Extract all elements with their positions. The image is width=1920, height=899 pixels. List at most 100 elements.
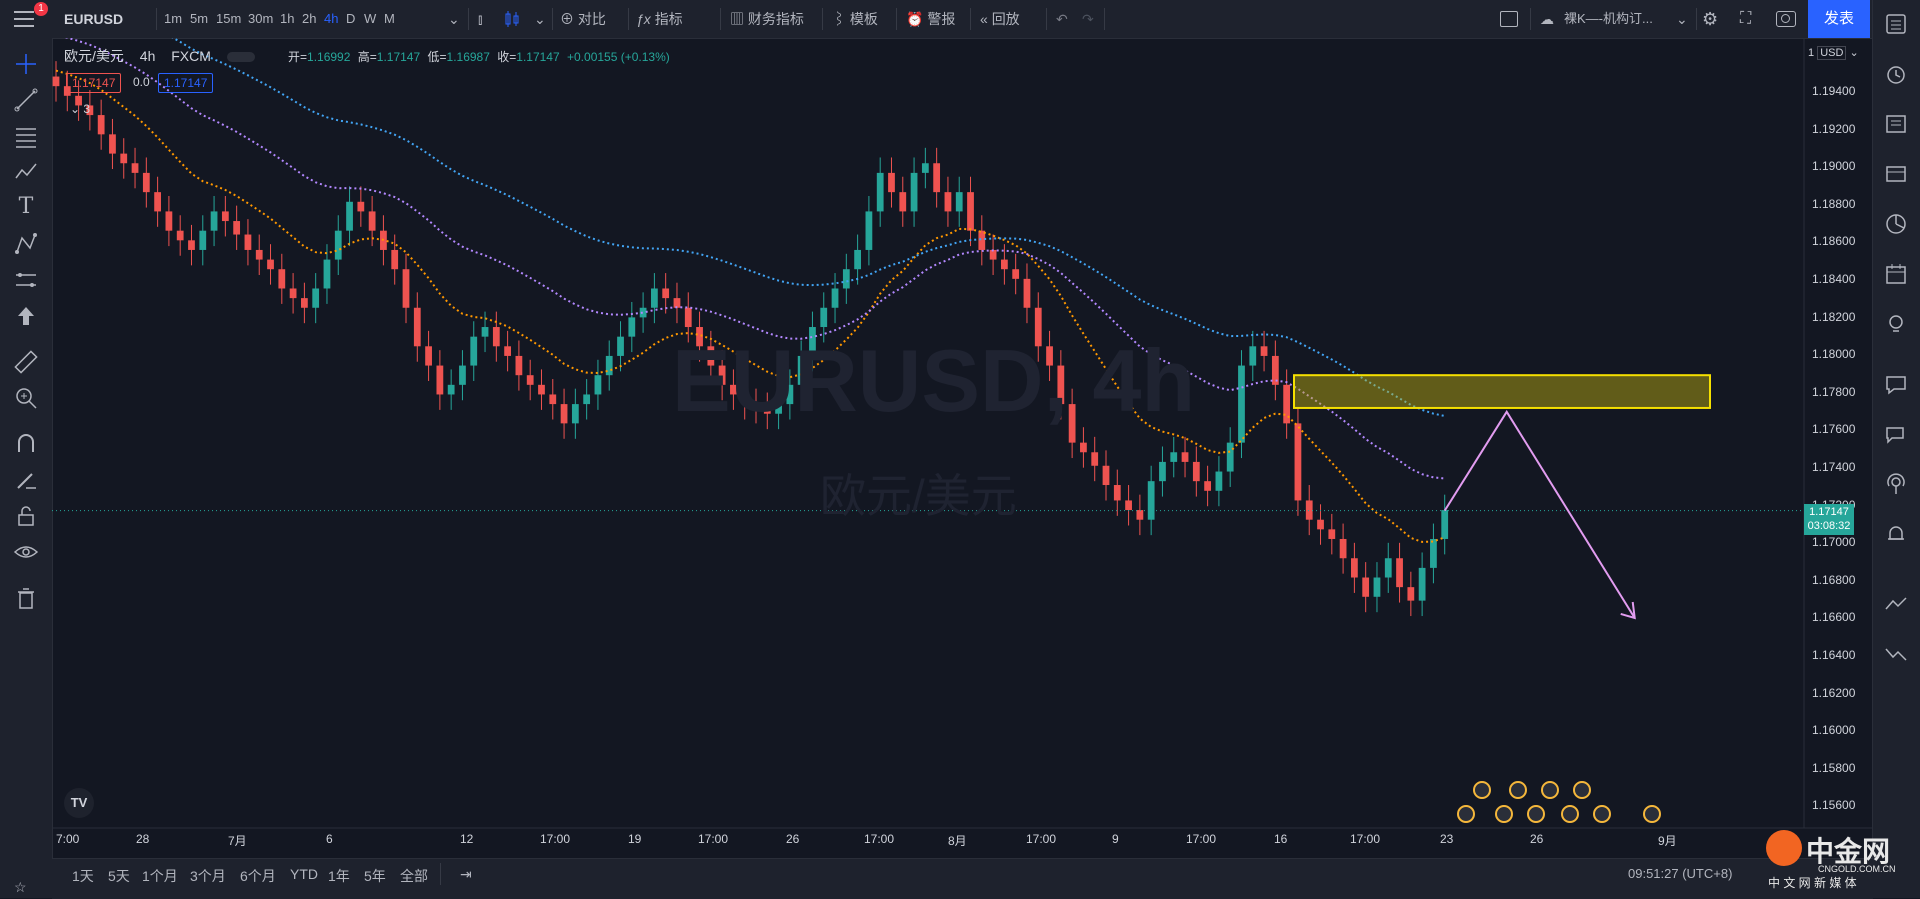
pattern-icon[interactable]: [12, 158, 40, 186]
magnet-icon[interactable]: [12, 430, 40, 458]
crosshair-icon[interactable]: [12, 50, 40, 78]
chat-bubble-icon[interactable]: [1882, 420, 1910, 448]
chat-icon[interactable]: [1882, 370, 1910, 398]
chart-canvas[interactable]: [52, 38, 1873, 858]
alert-button[interactable]: ⏰ 警报: [906, 0, 955, 38]
news-icon[interactable]: [1882, 110, 1910, 138]
watchlist-icon[interactable]: [1882, 10, 1910, 38]
interval-w[interactable]: W: [364, 0, 376, 38]
replay-button[interactable]: « 回放: [980, 0, 1020, 38]
interval-1h[interactable]: 1h: [280, 0, 294, 38]
ruler-icon[interactable]: [12, 348, 40, 376]
candle-body: [470, 336, 478, 366]
chevron-down-icon[interactable]: ⌄: [448, 0, 460, 38]
currency-selector[interactable]: 1 USD ⌄: [1808, 46, 1859, 60]
spread-value: 0.0: [133, 75, 150, 89]
lock-icon[interactable]: [12, 502, 40, 530]
range-button[interactable]: 1个月: [142, 866, 178, 886]
date-range-icon[interactable]: ⇥: [460, 866, 472, 883]
forecast-icon[interactable]: [12, 266, 40, 294]
interval-30m[interactable]: 30m: [248, 0, 273, 38]
redo-icon[interactable]: ↷: [1082, 0, 1094, 38]
range-button[interactable]: 3个月: [190, 866, 226, 886]
fib-lines-icon[interactable]: [12, 122, 40, 150]
economic-event-icon[interactable]: [1527, 805, 1545, 823]
candles-icon[interactable]: [504, 11, 520, 27]
arrow-up-icon[interactable]: [12, 302, 40, 330]
alarm-clock-icon[interactable]: [1882, 60, 1910, 88]
star-icon[interactable]: ☆: [14, 879, 27, 896]
chevron-down-icon[interactable]: ⌄: [534, 0, 546, 38]
indicators-button[interactable]: ƒx 指标: [636, 0, 683, 38]
trash-icon[interactable]: [12, 584, 40, 612]
zoom-in-icon[interactable]: [12, 384, 40, 412]
candle-body: [1192, 461, 1200, 482]
details-icon[interactable]: [1882, 160, 1910, 188]
price-tick-label: 1.18400: [1812, 272, 1856, 286]
calendar-icon[interactable]: [1882, 260, 1910, 288]
economic-event-icon[interactable]: [1573, 781, 1591, 799]
compare-button[interactable]: ⊕ 对比: [560, 0, 606, 38]
economic-event-icon[interactable]: [1473, 781, 1491, 799]
economic-event-icon[interactable]: [1541, 781, 1559, 799]
interval-1m[interactable]: 1m: [164, 0, 182, 38]
tradingview-logo[interactable]: TV: [64, 788, 94, 818]
economic-event-icon[interactable]: [1457, 805, 1475, 823]
text-tool-icon[interactable]: T: [12, 194, 40, 222]
interval-4h[interactable]: 4h: [324, 0, 338, 38]
range-button[interactable]: 1年: [328, 866, 350, 886]
pie-chart-icon[interactable]: [1882, 210, 1910, 238]
layout-square-icon[interactable]: [1500, 11, 1518, 27]
chevron-down-icon[interactable]: ⌄: [1676, 0, 1688, 38]
candle-body: [662, 288, 670, 299]
fullscreen-icon[interactable]: ⛶: [1740, 0, 1751, 38]
lightbulb-icon[interactable]: [1882, 310, 1910, 338]
economic-event-icon[interactable]: [1509, 781, 1527, 799]
templates-button[interactable]: ⌇ 模板: [832, 0, 878, 38]
economic-event-icon[interactable]: [1593, 805, 1611, 823]
cloud-icon[interactable]: ☁: [1540, 0, 1554, 38]
trend-line-icon[interactable]: [12, 86, 40, 114]
interval-2h[interactable]: 2h: [302, 0, 316, 38]
financials-button[interactable]: ▥ 财务指标: [730, 0, 804, 38]
trend-up-icon[interactable]: [1882, 590, 1910, 618]
range-button[interactable]: 5年: [364, 866, 386, 886]
podcast-icon[interactable]: [1882, 470, 1910, 498]
bar-style-icon[interactable]: ⫾: [478, 0, 482, 38]
clock[interactable]: 09:51:27 (UTC+8): [1628, 866, 1732, 881]
interval-15m[interactable]: 15m: [216, 0, 241, 38]
range-button[interactable]: 5天: [108, 866, 130, 886]
range-button[interactable]: YTD: [290, 866, 318, 882]
sell-price-button[interactable]: 1.17147: [66, 73, 122, 93]
low-value: 1.16987: [446, 50, 490, 64]
buy-price-button[interactable]: 1.17147: [158, 73, 214, 93]
economic-event-icon[interactable]: [1561, 805, 1579, 823]
economic-event-icon[interactable]: [1643, 805, 1661, 823]
range-button[interactable]: 全部: [400, 866, 428, 886]
menu-icon[interactable]: [14, 11, 34, 27]
legend-title[interactable]: 欧元/美元: [64, 48, 124, 64]
candle-body: [944, 192, 952, 212]
gear-icon[interactable]: ⚙: [1702, 0, 1718, 38]
candle-body: [199, 230, 207, 250]
bell-icon[interactable]: [1882, 520, 1910, 548]
node-tool-icon[interactable]: [12, 230, 40, 258]
indicators-collapse[interactable]: ⌄ 3: [70, 102, 90, 116]
eye-icon[interactable]: [12, 538, 40, 566]
supply-zone-box[interactable]: [1293, 374, 1711, 409]
interval-m[interactable]: M: [384, 0, 395, 38]
economic-event-icon[interactable]: [1495, 805, 1513, 823]
range-button[interactable]: 1天: [72, 866, 94, 886]
projection-path[interactable]: [1443, 409, 1636, 619]
symbol-search-button[interactable]: EURUSD: [64, 0, 123, 38]
trend-down-icon[interactable]: [1882, 640, 1910, 668]
pencil-lock-icon[interactable]: [12, 466, 40, 494]
layout-name[interactable]: 裸K—-机构订...: [1564, 0, 1653, 38]
publish-button[interactable]: 发表: [1808, 0, 1870, 38]
range-button[interactable]: 6个月: [240, 866, 276, 886]
interval-5m[interactable]: 5m: [190, 0, 208, 38]
interval-d[interactable]: D: [346, 0, 355, 38]
undo-icon[interactable]: ↶: [1056, 0, 1068, 38]
camera-icon[interactable]: [1776, 11, 1796, 27]
candle-body: [1260, 346, 1268, 356]
